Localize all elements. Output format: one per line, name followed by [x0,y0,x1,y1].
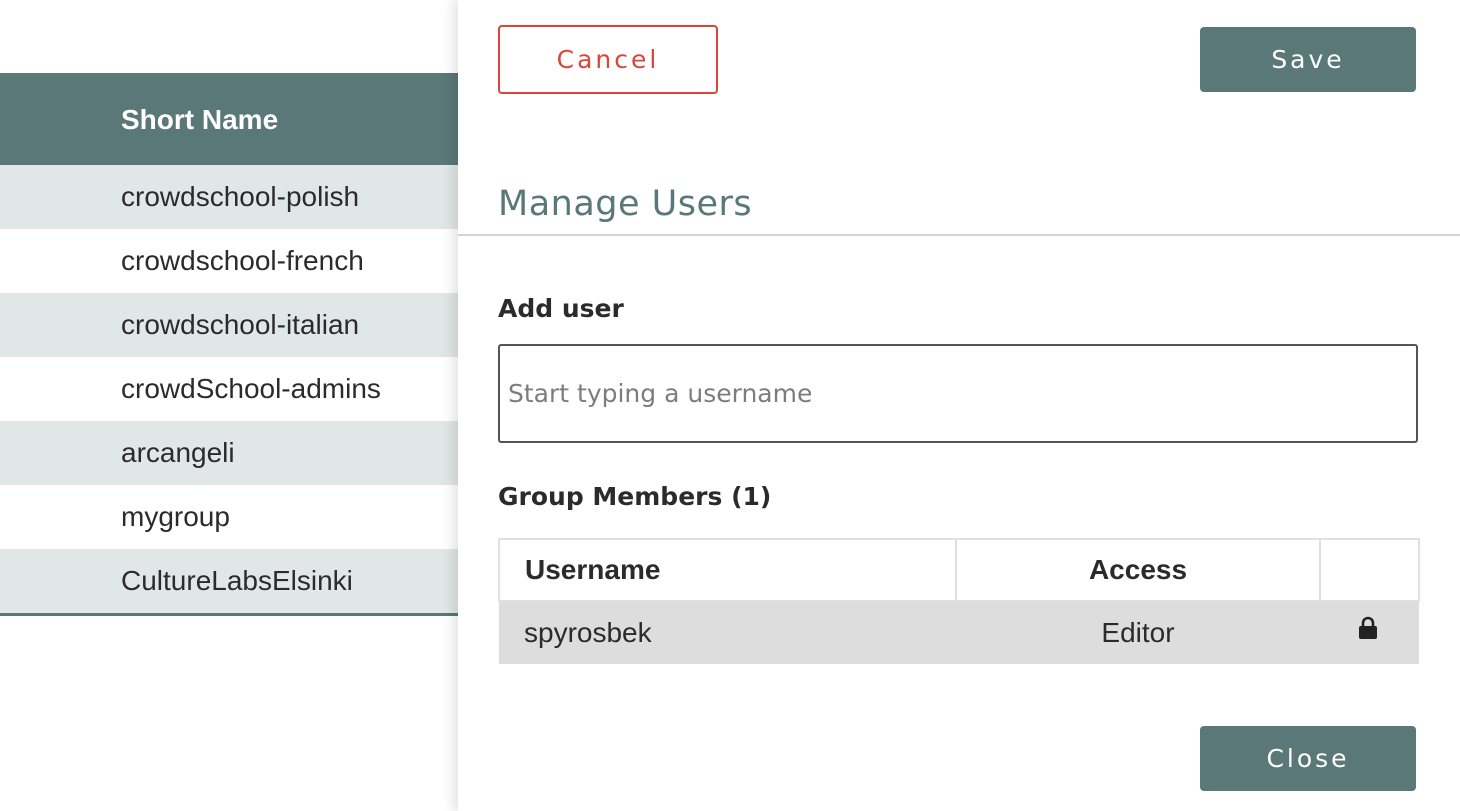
table-row: spyrosbek Editor [499,601,1419,664]
lock-icon [1358,615,1378,647]
column-header-username: Username [498,538,957,602]
manage-users-panel: Cancel Save Manage Users Add user Group … [458,0,1460,811]
column-header-actions [1319,538,1420,602]
add-user-label: Add user [498,294,624,323]
table-header-row: Username Access [498,538,1420,602]
section-title: Manage Users [498,184,753,224]
group-list-table: Short Name crowdschool-polish crowdschoo… [0,73,460,616]
username-search-input[interactable] [498,344,1418,443]
list-item[interactable]: crowdschool-french [0,229,460,293]
list-item[interactable]: mygroup [0,485,460,549]
save-button[interactable]: Save [1200,27,1416,92]
divider [458,234,1460,236]
group-members-table: Username Access spyrosbek Editor [498,538,1420,664]
close-button[interactable]: Close [1200,726,1416,791]
column-header-access: Access [955,538,1321,602]
column-header-short-name[interactable]: Short Name [0,73,460,165]
member-access[interactable]: Editor [956,601,1320,664]
group-members-title: Group Members (1) [498,482,772,511]
list-item[interactable]: crowdSchool-admins [0,357,460,421]
list-item[interactable]: arcangeli [0,421,460,485]
cancel-button[interactable]: Cancel [498,25,718,94]
table-bottom-border [0,613,460,616]
member-username: spyrosbek [499,601,956,664]
list-item[interactable]: CultureLabsElsinki [0,549,460,613]
list-item[interactable]: crowdschool-italian [0,293,460,357]
list-item[interactable]: crowdschool-polish [0,165,460,229]
